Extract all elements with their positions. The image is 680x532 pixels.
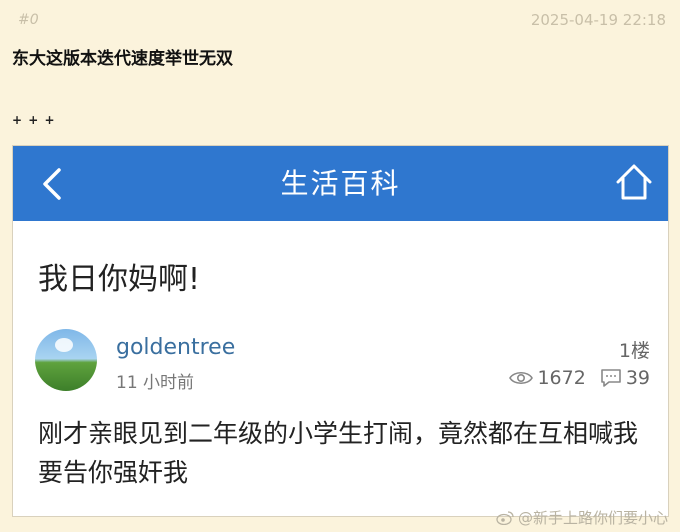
- view-count: 1672: [537, 367, 586, 389]
- comment-icon: [601, 369, 621, 387]
- watermark: @新手上路你们要小心: [496, 507, 668, 528]
- avatar-highlight: [55, 338, 73, 352]
- thread-title: 我日你妈啊!: [38, 262, 201, 297]
- weibo-icon: [496, 510, 514, 525]
- post-stats: 1672 39: [509, 367, 650, 389]
- post-body: 刚才亲眼见到二年级的小学生打闹，竟然都在互相喊我要告你强奸我: [38, 419, 639, 487]
- post-decoration: + + +: [12, 113, 56, 127]
- comment-count: 39: [625, 367, 650, 389]
- embedded-screenshot: 生活百科 我日你妈啊! goldentree 11 小时前 1楼 1672 39…: [12, 145, 669, 517]
- avatar[interactable]: [35, 329, 97, 391]
- post-date: 2025-04-19 22:18: [530, 11, 666, 29]
- post-title: 东大这版本迭代速度举世无双: [12, 49, 233, 69]
- watermark-text: @新手上路你们要小心: [517, 509, 668, 527]
- app-title: 生活百科: [280, 167, 401, 200]
- home-button[interactable]: [614, 160, 654, 204]
- post-time: 11 小时前: [116, 373, 195, 393]
- username[interactable]: goldentree: [116, 335, 235, 360]
- app-bar: 生活百科: [13, 146, 668, 221]
- home-icon: [616, 164, 652, 200]
- floor-number: 1楼: [618, 340, 650, 362]
- eye-icon: [509, 371, 534, 385]
- post-number: #0: [18, 12, 39, 28]
- post-header: #0 2025-04-19 22:18: [12, 8, 668, 32]
